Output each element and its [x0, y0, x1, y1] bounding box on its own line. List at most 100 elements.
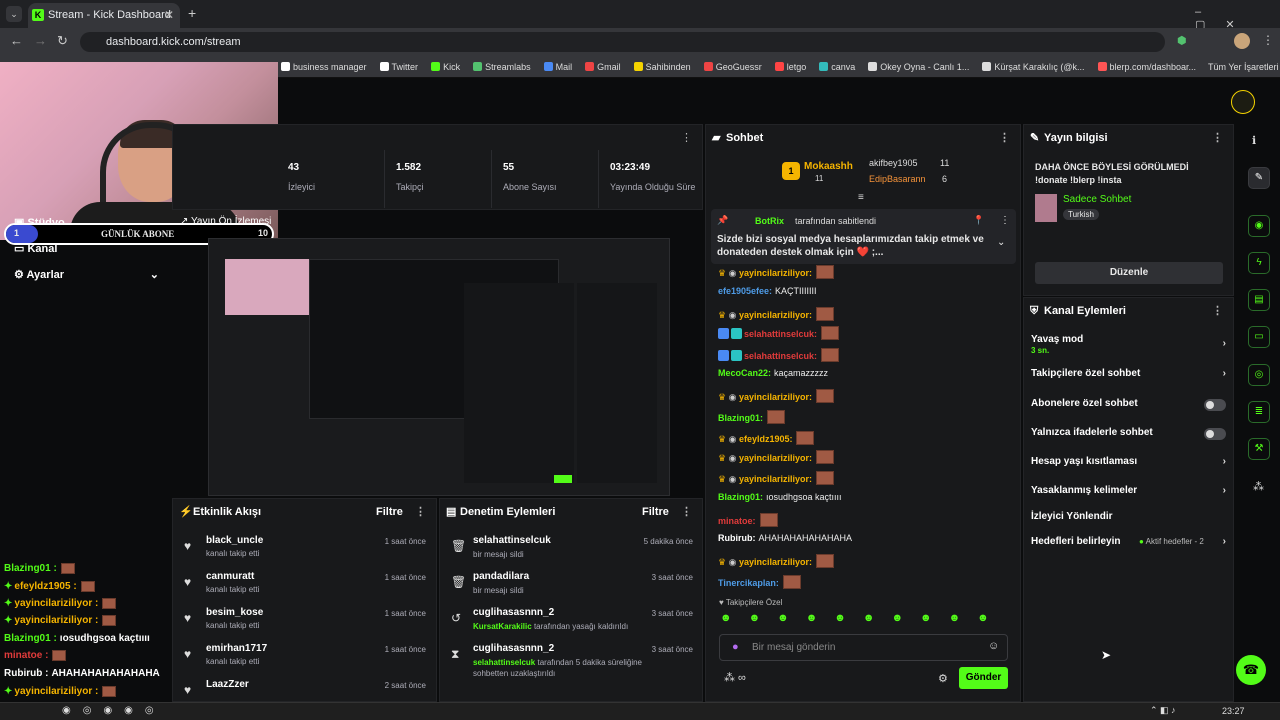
tab-search-icon[interactable]: ⌄ [6, 6, 22, 22]
chat-username[interactable]: selahattinselcuk: [744, 329, 817, 339]
subs-chat-row[interactable]: Abonelere özel sohbet [1031, 398, 1226, 411]
bookmark-item[interactable]: Okey Oyna - Canlı 1... [868, 56, 969, 77]
moderation-item[interactable]: ↺ cuglihasasnnn_2 KursatKarakilic tarafınd… [443, 607, 703, 643]
activity-filter-button[interactable]: Filtre [376, 499, 403, 525]
channel-actions-menu-icon[interactable]: ⋮ [1212, 298, 1223, 324]
chat-message[interactable]: ♛ ◉ yayincilariziliyor: [718, 307, 834, 321]
taskbar-apps[interactable]: ◉◎◉◉◎ [62, 705, 166, 716]
chat-username[interactable]: MecoCan22: [718, 368, 771, 378]
bookmark-item[interactable]: business manager [281, 56, 367, 77]
pinned-menu-icon[interactable]: ⋮ [1000, 215, 1010, 226]
pinned-message[interactable]: 📌 BotRix tarafından sabitlendi Sizde biz… [711, 209, 1016, 264]
bookmark-item[interactable]: Twitter [379, 56, 418, 77]
bookmark-item[interactable]: Mail [543, 56, 572, 77]
chat-message[interactable]: selahattinselcuk: [718, 326, 840, 340]
document-icon[interactable]: ▤ [1248, 289, 1270, 311]
chat-username[interactable]: efeyldz1905: [739, 434, 793, 444]
chat-message[interactable]: ♛ ◉ yayincilariziliyor: [718, 389, 834, 403]
chat-message[interactable]: ♛ ◉ yayincilariziliyor: [718, 265, 834, 279]
chat-username[interactable]: selahattinselcuk: [744, 351, 817, 361]
activity-item[interactable]: ♥ emirhan1717 kanalı takip etti 1 saat önce [176, 643, 436, 679]
chat-message[interactable]: Rubirub: AHAHAHAHAHAHAHA [718, 533, 852, 543]
bookmark-item[interactable]: canva [819, 56, 855, 77]
moderation-filter-button[interactable]: Filtre [642, 499, 669, 525]
activity-item[interactable]: ♥ besim_kose kanalı takip etti 1 saat önce [176, 607, 436, 643]
gifters-collapse-icon[interactable]: ≡ [858, 192, 864, 203]
stream-preview[interactable] [208, 238, 670, 496]
chat-username[interactable]: Rubirub: [718, 533, 756, 543]
chat-username[interactable]: yayincilariziliyor: [739, 310, 812, 320]
lightning-rail-icon[interactable]: ϟ [1248, 252, 1270, 274]
chat-tools-icon[interactable]: ⁂ ∞ [724, 671, 746, 684]
broadcast-icon[interactable]: ◎ [1248, 364, 1270, 386]
bookmark-item[interactable]: Gmail [585, 56, 621, 77]
pencil-icon[interactable]: ✎ [1248, 167, 1270, 189]
chat-settings-icon[interactable]: ⚙ [938, 672, 948, 685]
moderation-menu-icon[interactable]: ⋮ [681, 499, 692, 525]
category-name[interactable]: Sadece Sohbet [1063, 194, 1131, 205]
activity-item[interactable]: ♥ canmuratt kanalı takip etti 1 saat önce [176, 571, 436, 607]
moderation-item[interactable]: 🗑 pandadilara bir mesajı sildi 3 saat önce [443, 571, 703, 607]
bookmark-item[interactable]: Kick [431, 56, 460, 77]
stack-icon[interactable]: ≣ [1248, 401, 1270, 423]
extensions-icon[interactable]: ⬢ [1177, 34, 1187, 47]
chat-message[interactable]: MecoCan22: kaçamazzzzz [718, 368, 828, 378]
moderation-item[interactable]: ⧗ cuglihasasnnn_2 selahattinselcuk tarafın… [443, 643, 703, 679]
bookmark-item[interactable]: Sahibinden [633, 56, 691, 77]
chat-message[interactable]: Blazing01: ıosudhgsoa kaçtıııı [718, 492, 842, 502]
more-actions-icon[interactable]: ⁂ [1253, 480, 1264, 493]
gifter-name-2[interactable]: akifbey1905 [869, 158, 918, 168]
reload-icon[interactable]: ↻ [57, 33, 68, 49]
banned-words-row[interactable]: Yasaklanmış kelimeler › [1031, 485, 1226, 496]
chat-rail-icon[interactable]: ▭ [1248, 326, 1270, 348]
emoji-icon[interactable]: ☺ [988, 640, 999, 652]
followers-chat-row[interactable]: Takipçilere özel sohbet › [1031, 368, 1226, 379]
stream-info-menu-icon[interactable]: ⋮ [1212, 125, 1223, 151]
chat-username[interactable]: yayincilariziliyor: [739, 268, 812, 278]
chat-message[interactable]: Blazing01: [718, 410, 786, 424]
chat-username[interactable]: efe1905efee: [718, 286, 772, 296]
chat-message[interactable]: ♛ ◉ yayincilariziliyor: [718, 471, 834, 485]
gifter-name-3[interactable]: EdipBasarann [869, 174, 926, 184]
wrench-icon[interactable]: ⚒ [1248, 438, 1270, 460]
chat-message[interactable]: Tinercikaplan: [718, 575, 801, 589]
chat-input[interactable]: ● Bir mesaj gönderin ☺ [719, 634, 1008, 661]
moderation-item[interactable]: 🗑 selahattinselcuk bir mesajı sildi 5 dakik… [443, 535, 703, 571]
bookmark-item[interactable]: blerp.com/dashboar... [1097, 56, 1196, 77]
chat-message[interactable]: ♛ ◉ efeyldz1905: [718, 431, 815, 445]
chat-username[interactable]: minatoe: [718, 516, 756, 526]
chat-username[interactable]: yayincilariziliyor: [739, 453, 812, 463]
chat-message[interactable]: ♛ ◉ yayincilariziliyor: [718, 450, 834, 464]
bookmark-item[interactable]: Streamlabs [473, 56, 531, 77]
emote-bar[interactable]: ☻☻☻☻☻☻☻☻☻☻ [720, 612, 1010, 628]
sidebar-item-settings[interactable]: ⚙ Ayarlar ⌄ [14, 268, 159, 281]
chat-username[interactable]: Tinercikaplan: [718, 578, 779, 588]
chat-menu-icon[interactable]: ⋮ [999, 125, 1010, 151]
browser-tab[interactable]: K Stream - Kick Dashboard ✕ [28, 3, 180, 28]
unpin-icon[interactable]: 📍 [973, 215, 984, 226]
emote-chat-row[interactable]: Yalnızca ifadelerle sohbet [1031, 427, 1226, 440]
kick-logo-avatar[interactable] [1231, 90, 1255, 114]
back-icon[interactable]: ← [10, 33, 23, 48]
chat-message[interactable]: ♛ ◉ yayincilariziliyor: [718, 554, 834, 568]
chat-username[interactable]: Blazing01: [718, 492, 763, 502]
activity-item[interactable]: ♥ black_uncle kanalı takip etti 1 saat önce [176, 535, 436, 571]
goals-row[interactable]: Hedefleri belirleyin ● Aktif hedefler - 2… [1031, 536, 1226, 547]
bookmark-item[interactable]: Kürşat Karakılıç (@k... [982, 56, 1085, 77]
forward-icon[interactable]: → [34, 33, 47, 48]
subs-chat-toggle[interactable] [1204, 399, 1226, 411]
stats-menu-icon[interactable]: ⋮ [681, 131, 692, 144]
chat-message[interactable]: minatoe: [718, 513, 778, 527]
redirect-row[interactable]: İzleyici Yönlendir [1031, 511, 1226, 522]
chat-username[interactable]: yayincilariziliyor: [739, 474, 812, 484]
emote-chat-toggle[interactable] [1204, 428, 1226, 440]
chat-message[interactable]: efe1905efee: KAÇTIIIIIII [718, 286, 817, 296]
expand-chevron-icon[interactable]: ⌄ [997, 237, 1005, 248]
edit-button[interactable]: Düzenle [1035, 262, 1223, 284]
chat-message[interactable]: selahattinselcuk: [718, 348, 840, 362]
close-tab-icon[interactable]: ✕ [164, 3, 174, 28]
url-field[interactable]: dashboard.kick.com/stream [80, 32, 1165, 52]
chat-username[interactable]: yayincilariziliyor: [739, 392, 812, 402]
bookmark-item[interactable]: letgo [774, 56, 806, 77]
all-bookmarks-link[interactable]: Tüm Yer İşaretleri [1208, 56, 1279, 77]
